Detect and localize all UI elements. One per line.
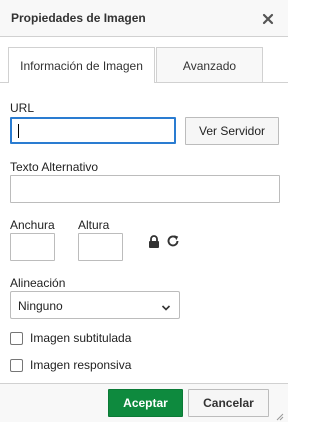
url-input[interactable]: [10, 117, 176, 144]
alt-text-input[interactable]: [10, 175, 280, 203]
url-label: URL: [10, 101, 35, 115]
checkbox-box[interactable]: [10, 332, 23, 345]
alignment-select[interactable]: Ninguno: [10, 291, 180, 319]
dialog-footer: Aceptar Cancelar: [0, 383, 288, 422]
height-label: Altura: [78, 218, 110, 232]
image-properties-dialog: Propiedades de Imagen Información de Ima…: [0, 0, 288, 422]
dialog-header[interactable]: Propiedades de Imagen: [0, 0, 288, 37]
close-icon[interactable]: [261, 12, 275, 26]
chevron-down-icon: [161, 301, 171, 315]
height-input[interactable]: [78, 233, 123, 261]
tab-advanced[interactable]: Avanzado: [156, 47, 263, 82]
alignment-selected-value: Ninguno: [18, 299, 63, 313]
dialog-title: Propiedades de Imagen: [11, 11, 146, 25]
cancel-button[interactable]: Cancelar: [188, 389, 269, 417]
alt-text-label: Texto Alternativo: [10, 160, 99, 174]
reset-size-icon[interactable]: [166, 234, 180, 253]
lock-icon[interactable]: [148, 235, 160, 254]
tab-bar: Información de Imagen Avanzado: [0, 47, 288, 83]
checkbox-label: Imagen subtitulada: [30, 331, 132, 345]
text-caret: [18, 124, 19, 138]
tab-image-info[interactable]: Información de Imagen: [8, 47, 155, 83]
browse-server-button[interactable]: Ver Servidor: [185, 117, 279, 145]
checkbox-label: Imagen responsiva: [30, 358, 132, 372]
resize-grip-icon[interactable]: [274, 408, 284, 421]
width-label: Anchura: [10, 218, 55, 232]
alignment-label: Alineación: [10, 276, 66, 290]
width-input[interactable]: [10, 233, 55, 261]
accept-button[interactable]: Aceptar: [108, 389, 183, 417]
checkbox-box[interactable]: [10, 359, 23, 372]
